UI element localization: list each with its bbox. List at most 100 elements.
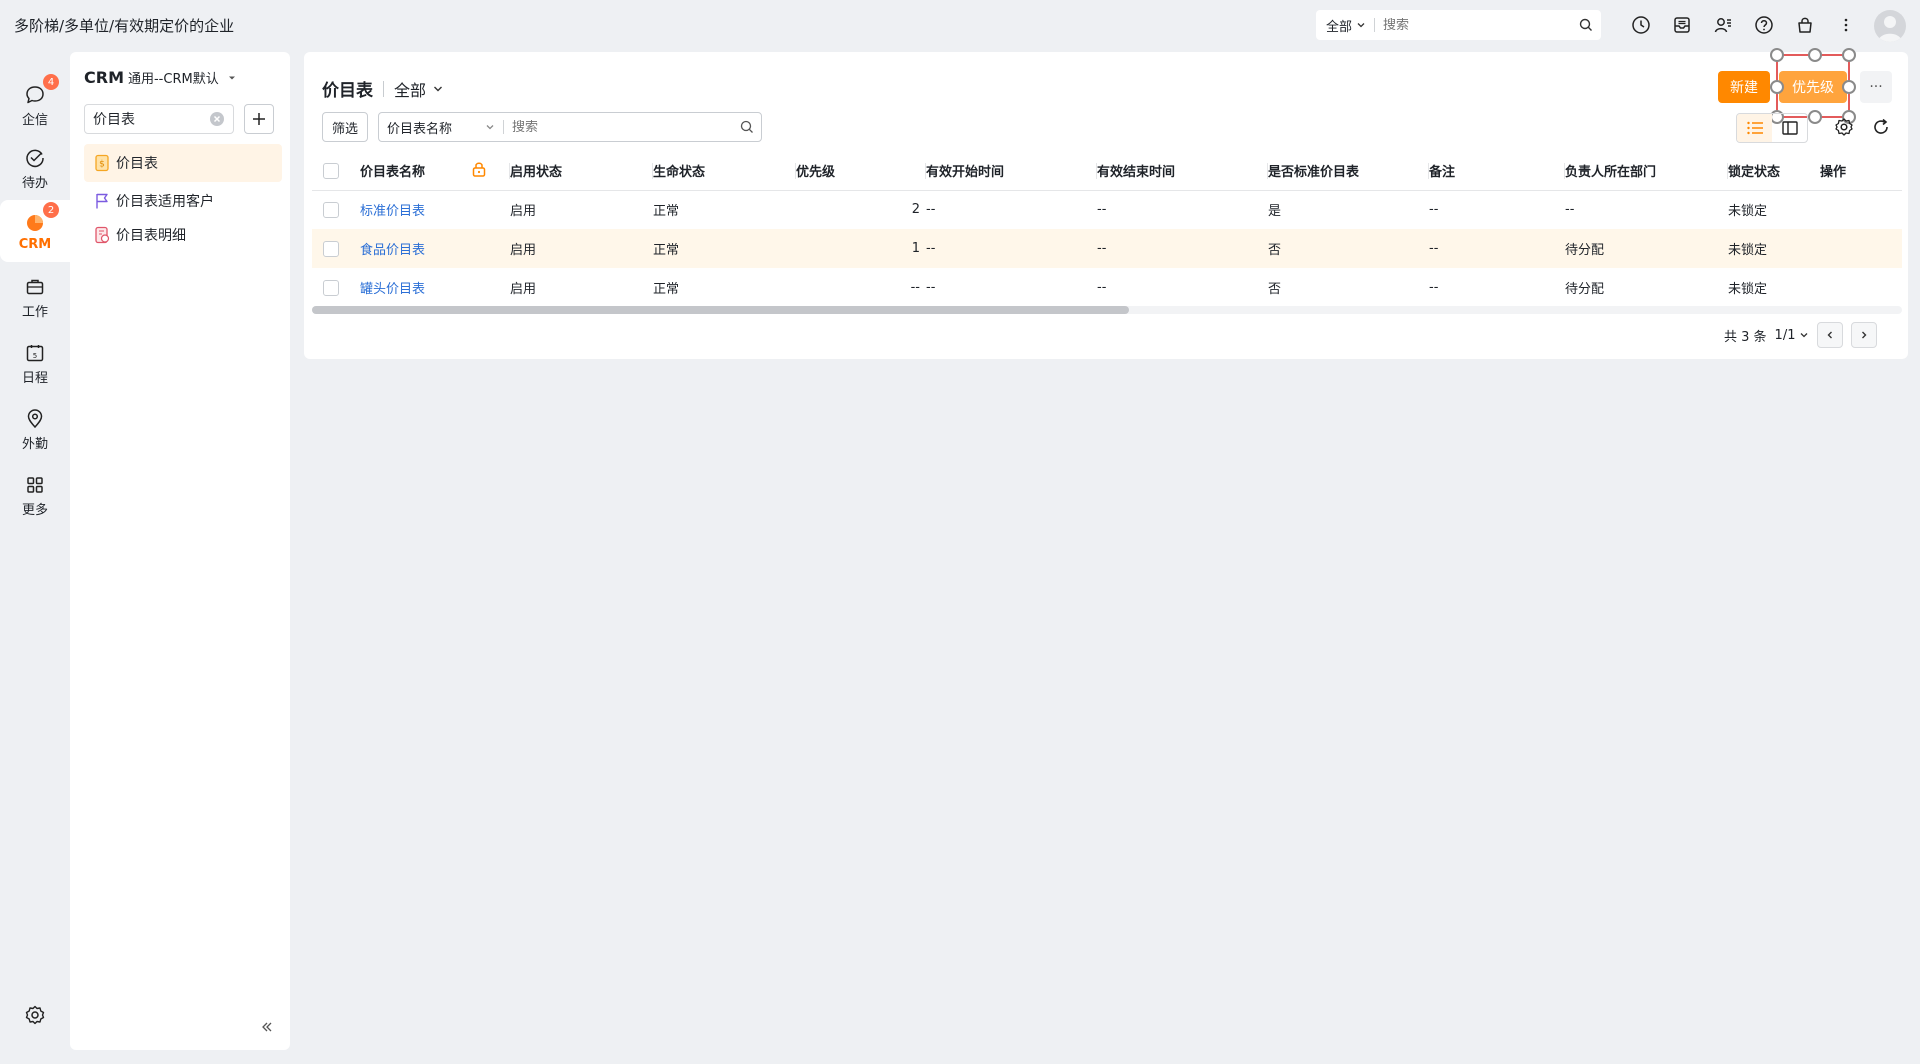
resize-handle[interactable] <box>1770 48 1784 62</box>
pricelist-name-link[interactable]: 食品价目表 <box>360 243 425 258</box>
settings-icon[interactable] <box>24 1004 46 1030</box>
scrollbar-thumb[interactable] <box>312 306 1129 314</box>
list-search-input[interactable] <box>504 119 733 135</box>
add-button[interactable] <box>244 104 274 134</box>
bag-icon[interactable] <box>1784 10 1825 40</box>
resize-handle[interactable] <box>1842 48 1856 62</box>
column-header[interactable]: 有效结束时间 <box>1097 165 1175 180</box>
column-header[interactable]: 备注 <box>1429 165 1455 180</box>
chat-icon <box>26 86 44 104</box>
table-cell: 未锁定 <box>1728 204 1768 220</box>
pricelist-name-link[interactable]: 罐头价目表 <box>360 282 425 297</box>
search-icon[interactable] <box>733 120 761 134</box>
table-row[interactable]: 食品价目表 启用 正常 1 -- -- 否 -- 待分配 未锁定 <box>312 229 1902 268</box>
nav-label: 企信 <box>21 113 48 128</box>
row-checkbox[interactable] <box>323 279 339 296</box>
user-avatar[interactable] <box>1874 10 1906 42</box>
more-vertical-icon[interactable] <box>1825 10 1866 40</box>
column-header[interactable]: 是否标准价目表 <box>1268 165 1359 180</box>
column-header[interactable]: 价目表名称 <box>360 165 425 180</box>
contacts-icon[interactable] <box>1702 10 1743 40</box>
prev-page-button[interactable] <box>1817 322 1844 348</box>
sidebar-item-label: 价目表 <box>116 156 158 172</box>
row-checkbox[interactable] <box>323 201 339 218</box>
new-button[interactable]: 新建 <box>1718 71 1770 103</box>
row-checkbox[interactable] <box>323 240 339 257</box>
column-header[interactable]: 优先级 <box>796 165 835 180</box>
nav-label: CRM <box>18 237 52 252</box>
sidebar-item-pricelist-customers[interactable]: 价目表适用客户 <box>84 182 282 220</box>
refresh-icon[interactable] <box>1871 117 1891 141</box>
table-row[interactable]: 标准价目表 启用 正常 2 -- -- 是 -- -- 未锁定 <box>312 190 1902 229</box>
sidebar-item-label: 价目表适用客户 <box>116 194 214 210</box>
table-settings-icon[interactable] <box>1834 117 1854 141</box>
clock-icon[interactable] <box>1620 10 1661 40</box>
column-header[interactable]: 启用状态 <box>510 165 562 180</box>
nav-item-todo[interactable]: 待办 <box>0 137 70 199</box>
resize-handle[interactable] <box>1842 80 1856 94</box>
table-cell: 启用 <box>510 229 653 268</box>
sidebar-search-input[interactable]: 价目表 <box>84 104 234 134</box>
crm-sidebar: CRM 通用--CRM默认 价目表 $ 价目表 价目表适用客户 价目表明细 <box>70 52 290 1050</box>
column-header[interactable]: 生命状态 <box>653 165 705 180</box>
column-header[interactable]: 锁定状态 <box>1728 165 1780 180</box>
collapse-sidebar-icon[interactable] <box>260 1020 274 1038</box>
check-circle-icon <box>26 149 44 168</box>
flag-icon <box>96 193 108 209</box>
selection-box <box>1770 48 1856 124</box>
chevron-down-icon <box>1357 23 1365 28</box>
crm-icon <box>27 215 43 231</box>
nav-label: 外勤 <box>21 437 48 452</box>
help-icon[interactable] <box>1743 10 1784 40</box>
column-header[interactable]: 有效开始时间 <box>926 165 1004 180</box>
nav-item-schedule[interactable]: 5 日程 <box>0 332 70 394</box>
sidebar-item-pricelist-details[interactable]: 价目表明细 <box>84 216 282 254</box>
more-actions-button[interactable]: ··· <box>1860 71 1892 103</box>
resize-handle[interactable] <box>1808 48 1822 62</box>
search-scope-dropdown[interactable]: 全部 <box>1316 16 1374 35</box>
caret-down-icon <box>228 76 235 80</box>
table-cell: -- <box>1429 229 1565 268</box>
page-selector[interactable]: 1/1 <box>1775 328 1810 343</box>
crm-view-selector[interactable]: CRM 通用--CRM默认 <box>84 68 237 87</box>
select-all-checkbox[interactable] <box>323 162 339 179</box>
grid-icon <box>27 477 43 493</box>
horizontal-scrollbar[interactable] <box>312 306 1902 314</box>
filter-button[interactable]: 筛选 <box>322 112 368 142</box>
pricelist-table: 价目表名称 启用状态 生命状态 优先级 有效开始时间 有效结束时间 是否标准价目… <box>312 152 1902 307</box>
nav-item-qixin[interactable]: 4 企信 <box>0 74 70 136</box>
pricelist-detail-icon <box>95 226 110 244</box>
search-field-dropdown[interactable]: 价目表名称 <box>379 118 503 137</box>
table-cell: 启用 <box>510 282 537 297</box>
table-cell <box>1820 229 1902 268</box>
nav-label: 更多 <box>21 503 48 518</box>
list-search: 价目表名称 <box>378 112 762 142</box>
company-name: 多阶梯/多单位/有效期定价的企业 <box>14 17 235 35</box>
view-selector[interactable]: 全部 <box>394 77 444 101</box>
nav-item-crm[interactable]: 2 CRM <box>0 200 70 262</box>
split-view-icon[interactable] <box>1772 114 1807 142</box>
nav-item-field[interactable]: 外勤 <box>0 398 70 460</box>
nav-label: 待办 <box>21 176 48 191</box>
resize-handle[interactable] <box>1808 110 1822 124</box>
table-cell: 待分配 <box>1565 229 1728 268</box>
svg-text:$: $ <box>99 160 105 170</box>
next-page-button[interactable] <box>1851 322 1878 348</box>
table-cell: 2 <box>911 202 920 218</box>
resize-handle[interactable] <box>1770 80 1784 94</box>
pricelist-name-link[interactable]: 标准价目表 <box>360 204 425 219</box>
global-search-input[interactable] <box>1375 17 1571 33</box>
nav-item-work[interactable]: 工作 <box>0 266 70 328</box>
list-view-icon[interactable] <box>1737 114 1772 142</box>
global-search[interactable]: 全部 <box>1316 10 1601 40</box>
clear-icon[interactable] <box>209 111 225 127</box>
table-row[interactable]: 罐头价目表 启用 正常 -- -- -- 否 -- 待分配 未锁定 <box>312 268 1902 307</box>
search-icon[interactable] <box>1571 18 1601 32</box>
nav-item-more[interactable]: 更多 <box>0 464 70 526</box>
inbox-icon[interactable] <box>1661 10 1702 40</box>
table-cell: -- <box>1429 202 1439 218</box>
sidebar-item-pricelist[interactable]: $ 价目表 <box>84 144 282 182</box>
table-header-row: 价目表名称 启用状态 生命状态 优先级 有效开始时间 有效结束时间 是否标准价目… <box>312 152 1902 191</box>
column-header[interactable]: 负责人所在部门 <box>1565 165 1656 180</box>
page-indicator: 1/1 <box>1774 327 1796 343</box>
